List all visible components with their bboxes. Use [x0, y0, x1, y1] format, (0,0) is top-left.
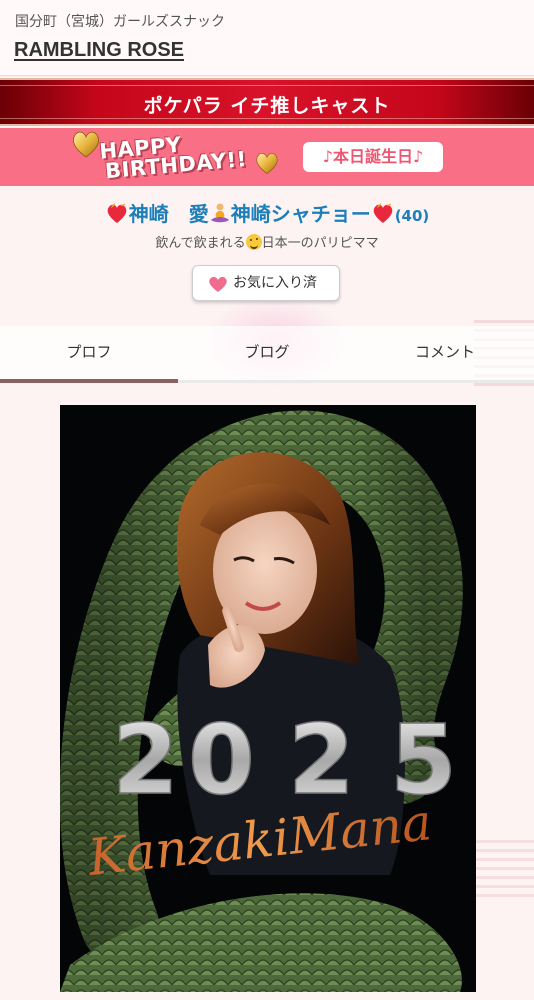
banner-title: ポケパラ イチ推しキャスト — [143, 95, 391, 117]
gold-heart-icon — [72, 131, 100, 158]
pink-heart-icon — [209, 276, 227, 292]
photo-year-digit: 2 — [112, 704, 179, 816]
decorative-stripes — [474, 840, 534, 900]
catchphrase-after: 日本一のパリピママ — [261, 236, 379, 251]
photo-year-digit: 2 — [288, 704, 355, 816]
shop-name-link[interactable]: RAMBLING ROSE — [14, 39, 184, 62]
page-header: 国分町（宮城）ガールズスナック RAMBLING ROSE — [0, 0, 534, 76]
shop-location: 国分町（宮城）ガールズスナック — [15, 14, 225, 30]
recommended-cast-banner: ポケパラ イチ推しキャスト — [0, 78, 534, 126]
cast-photo-artwork: 2 0 2 5 KanzakiMana — [60, 405, 476, 992]
gold-heart-icon — [256, 153, 278, 174]
active-tab-indicator — [0, 379, 178, 383]
favorite-button[interactable]: お気に入り済 — [192, 265, 340, 301]
favorite-button-label: お気に入り済 — [233, 275, 317, 291]
tab-profile[interactable]: プロフ — [0, 326, 178, 382]
burning-heart-icon — [107, 203, 127, 223]
cast-photo[interactable]: 2 0 2 5 KanzakiMana — [60, 405, 476, 992]
profile-tabs: プロフ ブログ コメント — [0, 326, 534, 382]
burning-heart-icon — [373, 203, 393, 223]
grinning-face-icon — [245, 234, 262, 250]
cast-age: (40) — [394, 207, 430, 225]
tab-blog[interactable]: ブログ — [178, 326, 356, 382]
cast-name: 神崎 愛 神崎シャチョー (40) — [0, 198, 534, 227]
photo-year-digit: 0 — [188, 704, 255, 816]
catchphrase-before: 飲んで飲まれる — [155, 236, 246, 251]
cast-name-part2: 神崎シャチョー — [230, 202, 371, 226]
tab-comment[interactable]: コメント — [356, 326, 534, 382]
cast-catchphrase: 飲んで飲まれる 日本一のパリピママ — [0, 232, 534, 251]
cast-name-part1: 神崎 愛 — [128, 202, 209, 226]
meditation-icon — [210, 203, 229, 223]
today-birthday-badge: ♪本日誕生日♪ — [303, 142, 443, 172]
